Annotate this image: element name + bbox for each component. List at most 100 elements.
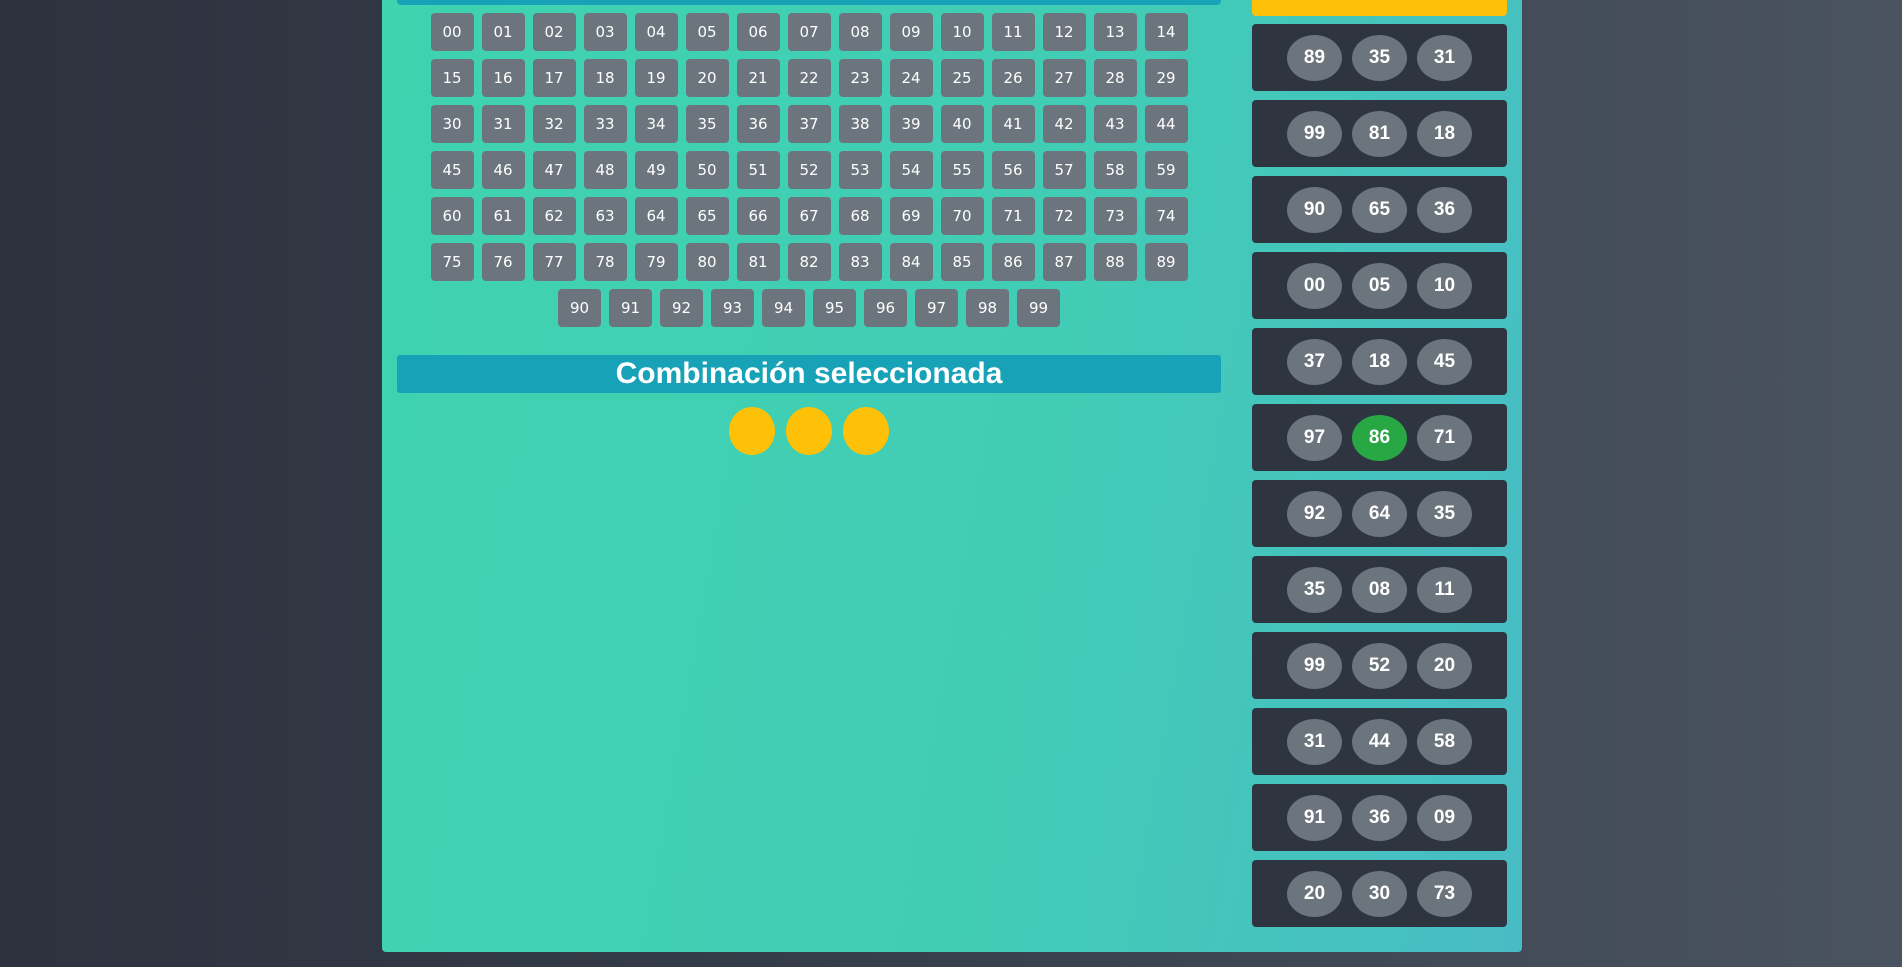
number-button[interactable]: 98 (966, 289, 1009, 327)
number-button[interactable]: 37 (787, 105, 831, 143)
number-button[interactable]: 48 (583, 151, 627, 189)
number-button[interactable]: 32 (532, 105, 576, 143)
number-button[interactable]: 78 (583, 243, 627, 281)
number-button[interactable]: 93 (711, 289, 754, 327)
number-button[interactable]: 34 (634, 105, 678, 143)
number-button[interactable]: 14 (1144, 13, 1188, 51)
number-button[interactable]: 91 (609, 289, 652, 327)
number-button[interactable]: 35 (685, 105, 729, 143)
number-button[interactable]: 53 (838, 151, 882, 189)
number-button[interactable]: 58 (1093, 151, 1137, 189)
number-button[interactable]: 03 (583, 13, 627, 51)
number-button[interactable]: 99 (1017, 289, 1060, 327)
number-button[interactable]: 17 (532, 59, 576, 97)
number-button[interactable]: 60 (430, 197, 474, 235)
selection-slot[interactable] (729, 407, 775, 455)
number-button[interactable]: 73 (1093, 197, 1137, 235)
number-button[interactable]: 69 (889, 197, 933, 235)
number-button[interactable]: 36 (736, 105, 780, 143)
number-button[interactable]: 15 (430, 59, 474, 97)
number-button[interactable]: 28 (1093, 59, 1137, 97)
number-button[interactable]: 50 (685, 151, 729, 189)
history-card[interactable]: 97 86 71 (1252, 404, 1507, 471)
history-card[interactable]: 99 52 20 (1252, 632, 1507, 699)
number-button[interactable]: 43 (1093, 105, 1137, 143)
number-button[interactable]: 90 (558, 289, 601, 327)
number-button[interactable]: 40 (940, 105, 984, 143)
number-button[interactable]: 13 (1093, 13, 1137, 51)
number-button[interactable]: 52 (787, 151, 831, 189)
history-card[interactable]: 35 08 11 (1252, 556, 1507, 623)
number-button[interactable]: 92 (660, 289, 703, 327)
number-button[interactable]: 96 (864, 289, 907, 327)
history-card[interactable]: 92 64 35 (1252, 480, 1507, 547)
number-button[interactable]: 76 (481, 243, 525, 281)
number-button[interactable]: 11 (991, 13, 1035, 51)
history-card[interactable]: 37 18 45 (1252, 328, 1507, 395)
number-button[interactable]: 70 (940, 197, 984, 235)
number-button[interactable]: 10 (940, 13, 984, 51)
number-button[interactable]: 20 (685, 59, 729, 97)
number-button[interactable]: 86 (991, 243, 1035, 281)
number-button[interactable]: 56 (991, 151, 1035, 189)
number-button[interactable]: 02 (532, 13, 576, 51)
number-button[interactable]: 64 (634, 197, 678, 235)
number-button[interactable]: 49 (634, 151, 678, 189)
number-button[interactable]: 83 (838, 243, 882, 281)
number-button[interactable]: 89 (1144, 243, 1188, 281)
number-button[interactable]: 07 (787, 13, 831, 51)
number-button[interactable]: 31 (481, 105, 525, 143)
number-button[interactable]: 45 (430, 151, 474, 189)
number-button[interactable]: 38 (838, 105, 882, 143)
number-button[interactable]: 71 (991, 197, 1035, 235)
number-button[interactable]: 29 (1144, 59, 1188, 97)
number-button[interactable]: 66 (736, 197, 780, 235)
history-card[interactable]: 20 30 73 (1252, 860, 1507, 927)
number-button[interactable]: 05 (685, 13, 729, 51)
number-button[interactable]: 18 (583, 59, 627, 97)
number-button[interactable]: 27 (1042, 59, 1086, 97)
number-button[interactable]: 08 (838, 13, 882, 51)
history-card[interactable]: 91 36 09 (1252, 784, 1507, 851)
history-card[interactable]: 99 81 18 (1252, 100, 1507, 167)
number-button[interactable]: 30 (430, 105, 474, 143)
number-button[interactable]: 81 (736, 243, 780, 281)
number-button[interactable]: 95 (813, 289, 856, 327)
history-card[interactable]: 31 44 58 (1252, 708, 1507, 775)
number-button[interactable]: 62 (532, 197, 576, 235)
history-card[interactable]: 00 05 10 (1252, 252, 1507, 319)
selection-slot[interactable] (786, 407, 832, 455)
number-button[interactable]: 59 (1144, 151, 1188, 189)
number-button[interactable]: 72 (1042, 197, 1086, 235)
number-button[interactable]: 68 (838, 197, 882, 235)
number-button[interactable]: 16 (481, 59, 525, 97)
number-button[interactable]: 41 (991, 105, 1035, 143)
number-button[interactable]: 82 (787, 243, 831, 281)
number-button[interactable]: 09 (889, 13, 933, 51)
number-button[interactable]: 84 (889, 243, 933, 281)
selection-slot[interactable] (843, 407, 889, 455)
number-button[interactable]: 22 (787, 59, 831, 97)
number-button[interactable]: 01 (481, 13, 525, 51)
number-button[interactable]: 42 (1042, 105, 1086, 143)
number-button[interactable]: 85 (940, 243, 984, 281)
number-button[interactable]: 67 (787, 197, 831, 235)
history-card[interactable]: 89 35 31 (1252, 24, 1507, 91)
number-button[interactable]: 25 (940, 59, 984, 97)
number-button[interactable]: 61 (481, 197, 525, 235)
number-button[interactable]: 80 (685, 243, 729, 281)
number-button[interactable]: 26 (991, 59, 1035, 97)
number-button[interactable]: 44 (1144, 105, 1188, 143)
number-button[interactable]: 97 (915, 289, 958, 327)
number-button[interactable]: 23 (838, 59, 882, 97)
number-button[interactable]: 77 (532, 243, 576, 281)
number-button[interactable]: 19 (634, 59, 678, 97)
number-button[interactable]: 74 (1144, 197, 1188, 235)
number-button[interactable]: 00 (430, 13, 474, 51)
number-button[interactable]: 94 (762, 289, 805, 327)
number-button[interactable]: 47 (532, 151, 576, 189)
number-button[interactable]: 75 (430, 243, 474, 281)
number-button[interactable]: 21 (736, 59, 780, 97)
number-button[interactable]: 51 (736, 151, 780, 189)
number-button[interactable]: 65 (685, 197, 729, 235)
